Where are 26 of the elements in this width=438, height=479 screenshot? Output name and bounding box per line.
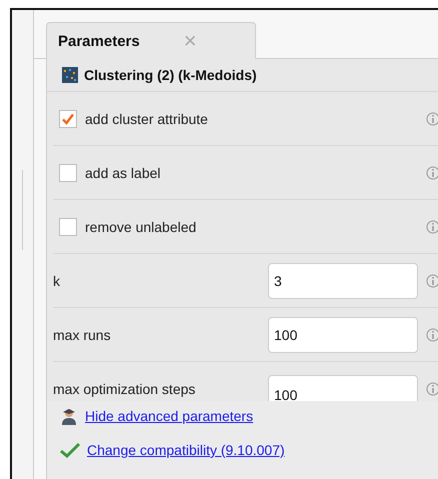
- operator-title: Clustering (2) (k-Medoids): [84, 67, 257, 83]
- checkbox[interactable]: [59, 218, 77, 236]
- checkbox[interactable]: [59, 164, 77, 182]
- input-field[interactable]: 3: [268, 262, 418, 298]
- checkmark-icon: [60, 442, 80, 458]
- person-icon: [60, 407, 78, 425]
- info-icon[interactable]: [426, 382, 438, 396]
- link[interactable]: Change compatibility (9.10.007): [87, 442, 285, 458]
- checkbox-label: remove unlabeled: [85, 218, 196, 234]
- info-icon[interactable]: [426, 328, 438, 342]
- info-icon[interactable]: [426, 274, 438, 288]
- input-field[interactable]: 100: [268, 316, 418, 352]
- checkbox-label: add as label: [85, 164, 161, 180]
- checkbox-label: add cluster attribute: [85, 110, 208, 126]
- cluster-icon: [62, 67, 78, 83]
- parameter-label: max optimization steps: [53, 380, 196, 396]
- info-icon[interactable]: [426, 220, 438, 234]
- info-icon[interactable]: [426, 166, 438, 180]
- link[interactable]: Hide advanced parameters: [85, 408, 254, 424]
- parameters-tab[interactable]: Parameters ×: [46, 22, 256, 59]
- info-icon[interactable]: [426, 112, 438, 126]
- tab-title: Parameters: [58, 32, 140, 50]
- checkbox[interactable]: [59, 110, 77, 128]
- parameter-label: max runs: [53, 326, 112, 342]
- parameter-label: k: [53, 272, 61, 288]
- input-field[interactable]: 100: [268, 374, 418, 401]
